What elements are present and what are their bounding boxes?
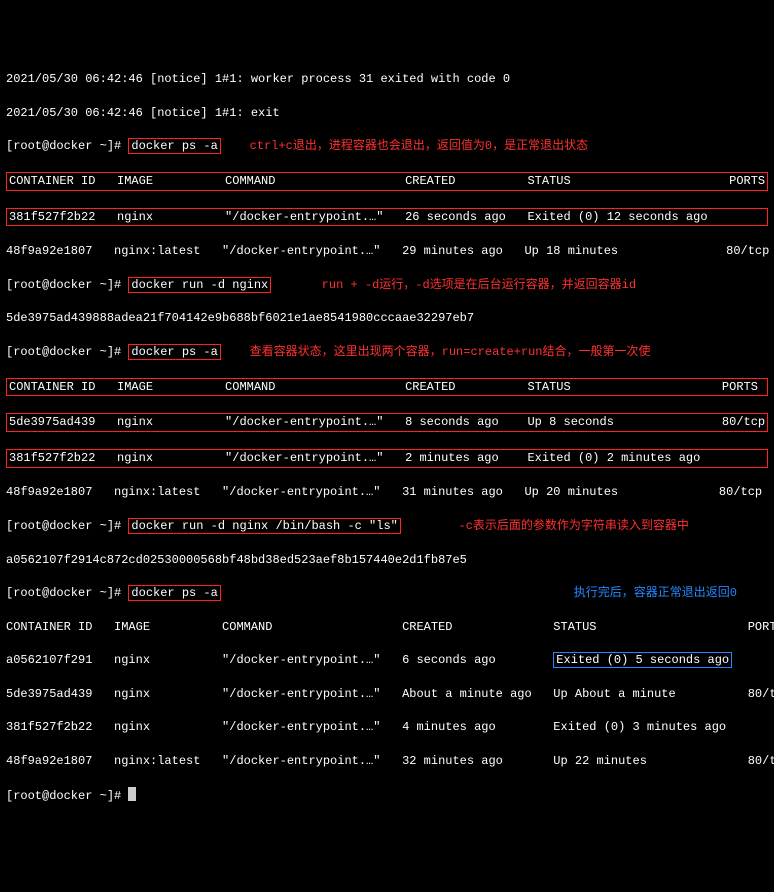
prompt-line[interactable]: [root@docker ~]# docker ps -a 查看容器状态，这里出… xyxy=(6,344,768,361)
prompt-line[interactable]: [root@docker ~]# docker ps -a ctrl+c退出，进… xyxy=(6,138,768,155)
table-row: a0562107f291 nginx "/docker-entrypoint.…… xyxy=(6,652,768,669)
log-line: 2021/05/30 06:42:46 [notice] 1#1: exit xyxy=(6,105,768,122)
prompt: [root@docker ~]# xyxy=(6,789,128,803)
annotation: -c表示后面的参数作为字符串读入到容器中 xyxy=(458,519,688,533)
annotation: ctrl+c退出，进程容器也会退出，返回值为0，是正常退出状态 xyxy=(250,139,588,153)
command-input[interactable]: docker ps -a xyxy=(128,585,220,601)
prompt: [root@docker ~]# xyxy=(6,139,128,153)
output-line: a0562107f2914c872cd02530000568bf48bd38ed… xyxy=(6,552,768,569)
log-line: 2021/05/30 06:42:46 [notice] 1#1: worker… xyxy=(6,71,768,88)
table-header: CONTAINER ID IMAGE COMMAND CREATED STATU… xyxy=(6,378,768,397)
prompt: [root@docker ~]# xyxy=(6,586,128,600)
command-input[interactable]: docker ps -a xyxy=(128,344,220,360)
table-row: 381f527f2b22 nginx "/docker-entrypoint.…… xyxy=(6,208,768,227)
table-row: 48f9a92e1807 nginx:latest "/docker-entry… xyxy=(6,753,768,770)
prompt-line[interactable]: [root@docker ~]# docker run -d nginx run… xyxy=(6,277,768,294)
output-line: 5de3975ad439888adea21f704142e9b688bf6021… xyxy=(6,310,768,327)
annotation: run + -d运行，-d选项是在后台运行容器，并返回容器id xyxy=(322,278,636,292)
table-row: 48f9a92e1807 nginx:latest "/docker-entry… xyxy=(6,484,768,501)
table-row: 381f527f2b22 nginx "/docker-entrypoint.…… xyxy=(6,449,768,468)
command-input[interactable]: docker run -d nginx /bin/bash -c "ls" xyxy=(128,518,400,534)
prompt-line[interactable]: [root@docker ~]# xyxy=(6,787,768,805)
table-row: 381f527f2b22 nginx "/docker-entrypoint.…… xyxy=(6,719,768,736)
table-row: 48f9a92e1807 nginx:latest "/docker-entry… xyxy=(6,243,768,260)
prompt-line[interactable]: [root@docker ~]# docker ps -a 执行完后，容器正常退… xyxy=(6,585,768,602)
table-row: 5de3975ad439 nginx "/docker-entrypoint.…… xyxy=(6,686,768,703)
table-header: CONTAINER ID IMAGE COMMAND CREATED STATU… xyxy=(6,619,768,636)
prompt: [root@docker ~]# xyxy=(6,519,128,533)
prompt-line[interactable]: [root@docker ~]# docker run -d nginx /bi… xyxy=(6,518,768,535)
status-badge: Exited (0) 5 seconds ago xyxy=(553,652,732,668)
prompt: [root@docker ~]# xyxy=(6,345,128,359)
cursor-icon xyxy=(128,787,136,801)
annotation: 执行完后，容器正常退出返回0 xyxy=(574,586,737,600)
command-input[interactable]: docker run -d nginx xyxy=(128,277,271,293)
table-header: CONTAINER ID IMAGE COMMAND CREATED STATU… xyxy=(6,172,768,191)
prompt: [root@docker ~]# xyxy=(6,278,128,292)
annotation: 查看容器状态，这里出现两个容器，run=create+run结合，一般第一次使 xyxy=(250,345,651,359)
table-row: 5de3975ad439 nginx "/docker-entrypoint.…… xyxy=(6,413,768,432)
command-input[interactable]: docker ps -a xyxy=(128,138,220,154)
